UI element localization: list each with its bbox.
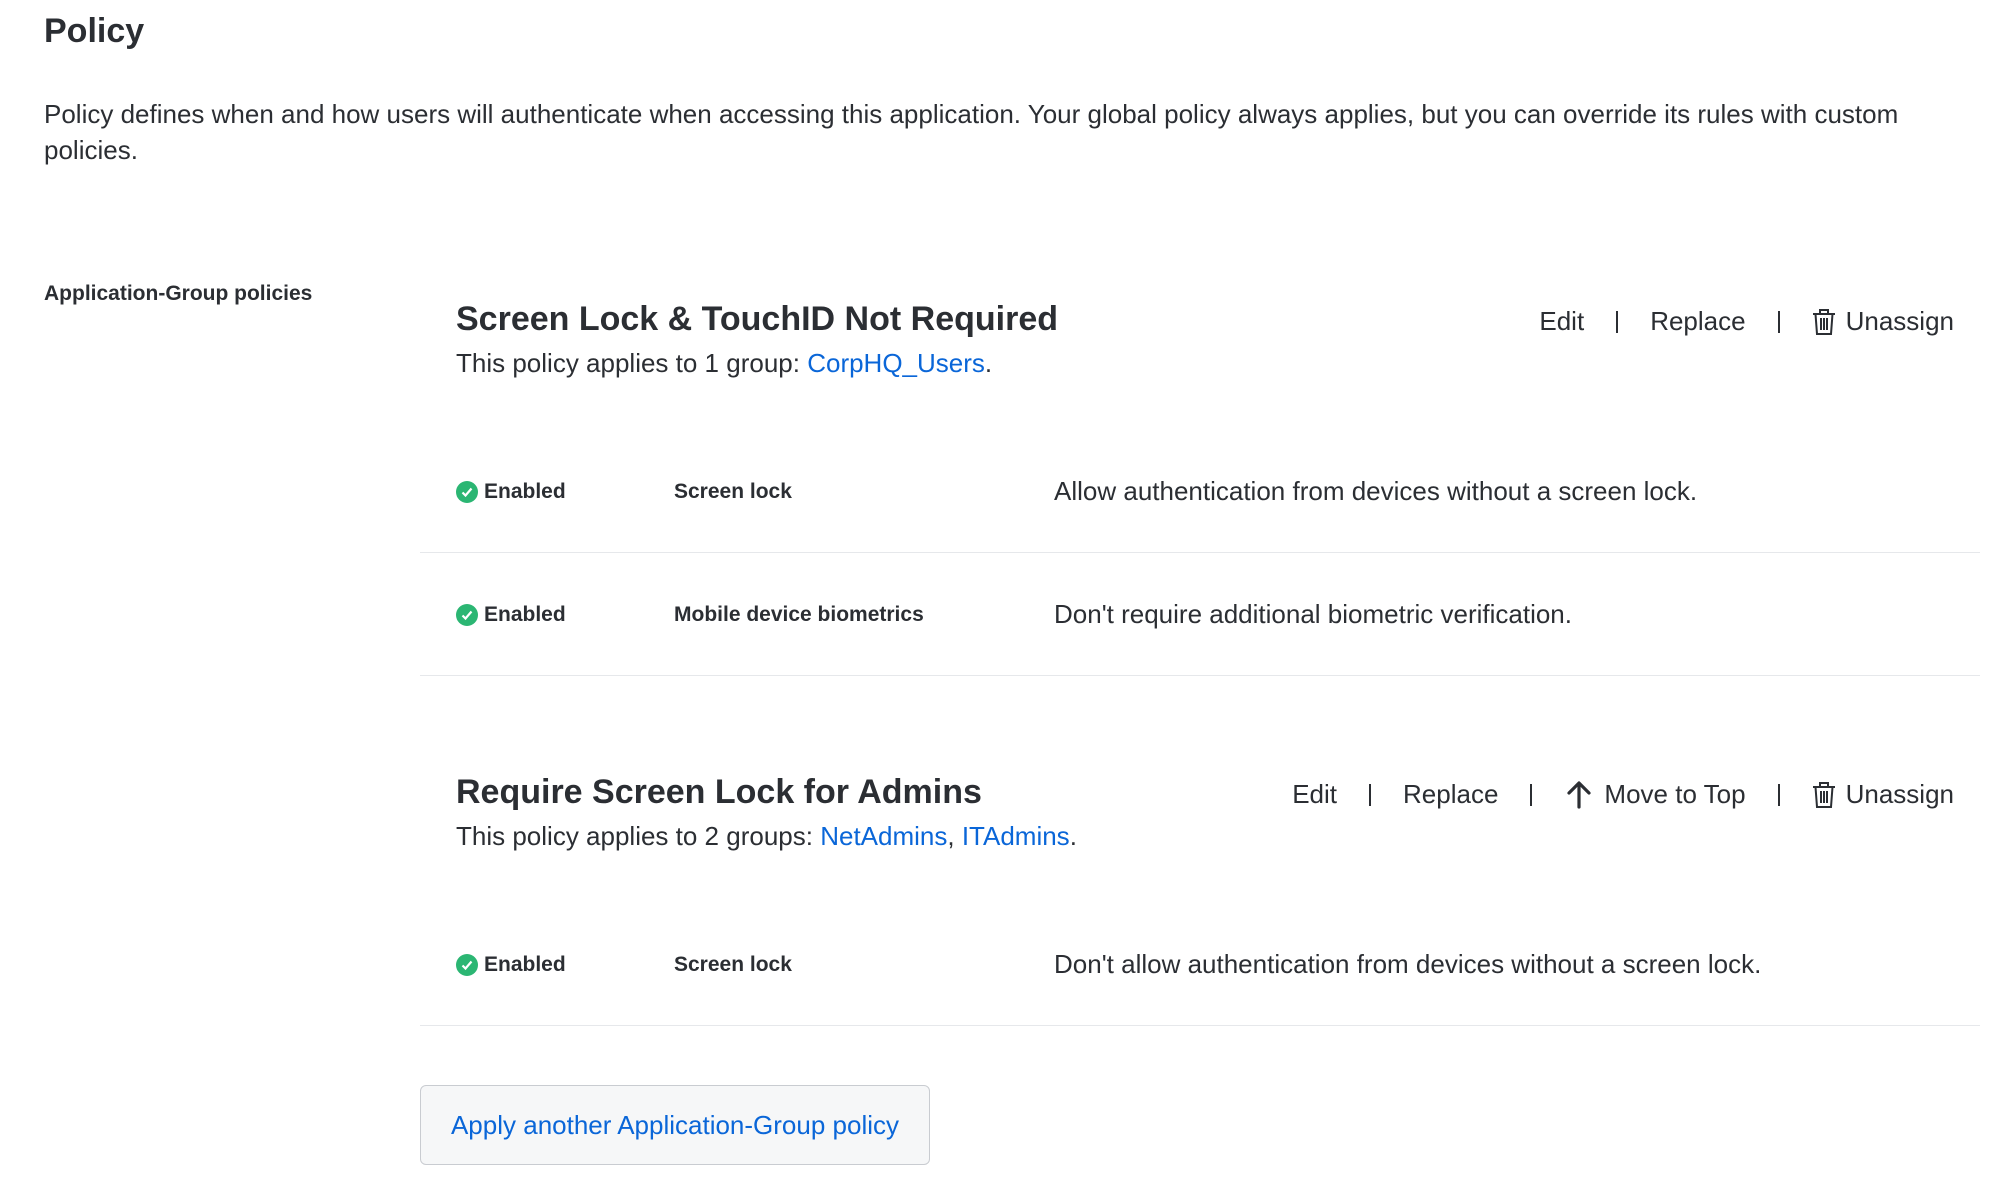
move-to-top-label: Move to Top [1604,779,1746,809]
section-label: Application-Group policies [44,282,313,305]
edit-label: Edit [1539,306,1585,336]
policy-applies-text: This policy applies to 1 group: CorpHQ_U… [456,348,992,379]
trash-icon [1812,308,1836,336]
edit-button[interactable]: Edit [1292,779,1369,810]
edit-label: Edit [1292,779,1338,809]
page-title: Policy [44,12,145,50]
group-separator: , [947,821,962,851]
policy-title: Screen Lock & TouchID Not Required [456,300,1059,338]
replace-label: Replace [1650,306,1746,336]
page-description: Policy defines when and how users will a… [44,99,1899,165]
unassign-button[interactable]: Unassign [1780,779,1954,810]
status-label: Enabled [484,480,566,503]
policy-title: Require Screen Lock for Admins [456,773,982,811]
applies-prefix: This policy applies to 1 group: [456,348,808,378]
group-link[interactable]: ITAdmins [962,821,1070,851]
trash-icon [1812,781,1836,809]
unassign-label: Unassign [1845,306,1954,336]
check-circle-icon [456,954,478,976]
rule-description: Allow authentication from devices withou… [1054,476,1698,506]
policy-card: Screen Lock & TouchID Not Required This … [420,300,1980,676]
move-to-top-button[interactable]: Move to Top [1532,779,1777,810]
unassign-label: Unassign [1845,779,1954,809]
unassign-button[interactable]: Unassign [1780,306,1954,337]
policy-card: Require Screen Lock for Admins This poli… [420,773,1980,1026]
replace-label: Replace [1403,779,1499,809]
rule-description: Don't allow authentication from devices … [1054,949,1762,979]
replace-button[interactable]: Replace [1371,779,1530,810]
policy-actions: Edit Replace Unassign [1539,306,1954,337]
apply-policy-button[interactable]: Apply another Application-Group policy [420,1085,930,1165]
rule-row: Enabled Mobile device biometrics Don't r… [420,553,1980,676]
policy-applies-text: This policy applies to 2 groups: NetAdmi… [456,821,1077,852]
applies-suffix: . [984,348,993,378]
status-badge: Enabled [456,953,566,977]
check-circle-icon [456,604,478,626]
rule-name: Mobile device biometrics [674,603,924,626]
group-link[interactable]: CorpHQ_Users [807,348,985,378]
rule-name: Screen lock [674,480,792,503]
rule-row: Enabled Screen lock Allow authentication… [420,430,1980,553]
edit-button[interactable]: Edit [1539,306,1616,337]
policy-actions: Edit Replace Move to Top Unassign [1292,779,1954,810]
rule-description: Don't require additional biometric verif… [1054,599,1572,629]
status-badge: Enabled [456,480,566,504]
replace-button[interactable]: Replace [1618,306,1777,337]
status-label: Enabled [484,953,566,976]
rule-name: Screen lock [674,953,792,976]
group-link[interactable]: NetAdmins [820,821,947,851]
rule-row: Enabled Screen lock Don't allow authenti… [420,903,1980,1026]
status-badge: Enabled [456,603,566,627]
status-label: Enabled [484,603,566,626]
arrow-up-icon [1564,780,1594,810]
check-circle-icon [456,481,478,503]
applies-suffix: . [1069,821,1077,851]
applies-prefix: This policy applies to 2 groups: [456,821,821,851]
